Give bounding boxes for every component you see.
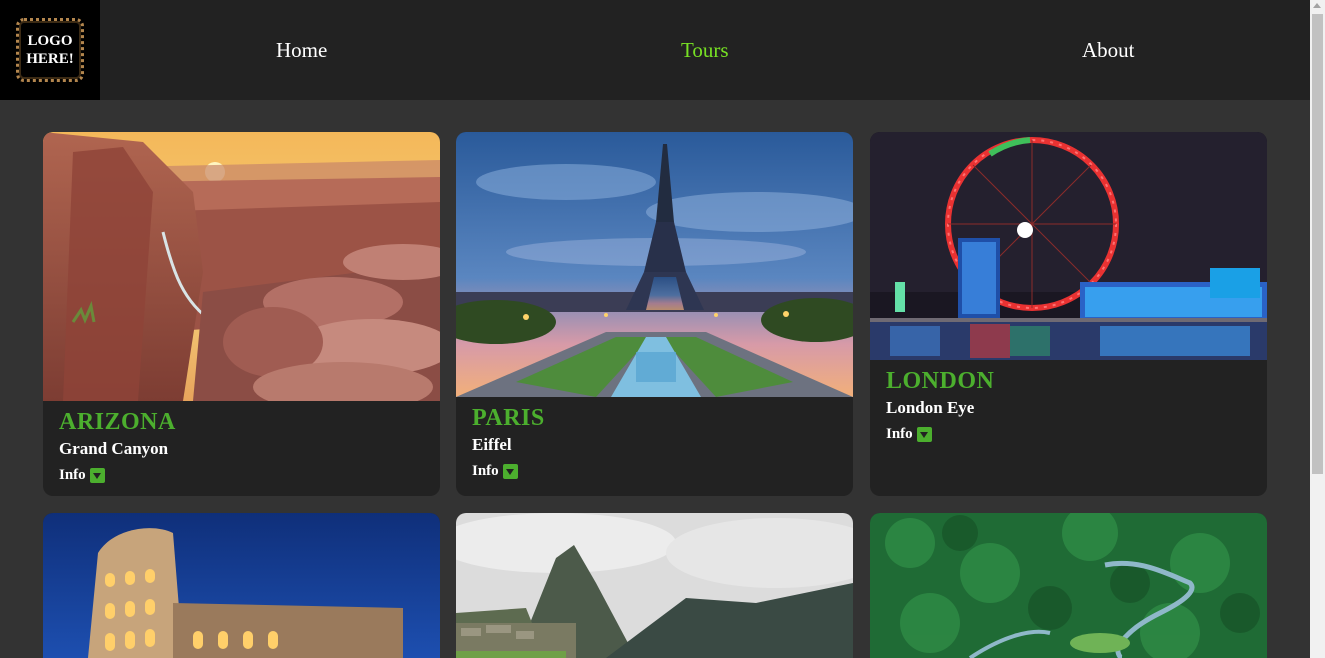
nav-item-about[interactable]: About <box>1082 36 1135 66</box>
info-toggle[interactable]: Info <box>472 463 518 480</box>
card-body: ARIZONA Grand Canyon Info <box>43 401 440 484</box>
info-label: Info <box>472 463 499 479</box>
logo-text: LOGO HERE! <box>26 33 74 67</box>
scroll-up-arrow-icon[interactable] <box>1313 3 1321 8</box>
tour-card-arizona[interactable]: ARIZONA Grand Canyon Info <box>43 132 440 496</box>
dropdown-arrow-icon[interactable] <box>916 427 932 442</box>
tour-card-colosseum[interactable] <box>43 513 440 658</box>
info-label: Info <box>59 467 86 483</box>
card-title: LONDON <box>886 368 995 394</box>
nav-item-home[interactable]: Home <box>276 36 327 66</box>
logo-container[interactable]: LOGO HERE! <box>0 0 100 100</box>
card-subtitle: Grand Canyon <box>59 439 169 458</box>
card-body: PARIS Eiffel Info <box>456 397 853 480</box>
grand-canyon-sunset-image <box>43 132 440 401</box>
tour-card-paris[interactable]: PARIS Eiffel Info <box>456 132 853 496</box>
card-body: LONDON London Eye Info <box>870 360 1267 443</box>
card-title: PARIS <box>472 405 545 431</box>
tour-card-london[interactable]: LONDON London Eye Info <box>870 132 1267 496</box>
tour-card-amazon[interactable] <box>870 513 1267 658</box>
info-label: Info <box>886 426 913 442</box>
card-subtitle: Eiffel <box>472 435 512 454</box>
info-toggle[interactable]: Info <box>59 467 105 484</box>
tours-page: LOGO HERE! Home Tours About ARIZONA Gran… <box>0 0 1325 658</box>
dropdown-arrow-icon[interactable] <box>89 468 105 483</box>
top-navbar: LOGO HERE! Home Tours About <box>0 0 1310 100</box>
card-subtitle: London Eye <box>886 398 975 417</box>
logo-badge: LOGO HERE! <box>16 18 84 82</box>
colosseum-night-image <box>43 513 440 658</box>
nav-item-tours[interactable]: Tours <box>681 36 729 66</box>
amazon-rainforest-river-image <box>870 513 1267 658</box>
dropdown-arrow-icon[interactable] <box>502 464 518 479</box>
scrollbar-thumb[interactable] <box>1312 14 1323 474</box>
eiffel-tower-dusk-image <box>456 132 853 397</box>
card-title: ARIZONA <box>59 409 176 435</box>
machu-picchu-image <box>456 513 853 658</box>
london-eye-night-image <box>870 132 1267 360</box>
info-toggle[interactable]: Info <box>886 426 932 443</box>
tour-card-machu-picchu[interactable] <box>456 513 853 658</box>
